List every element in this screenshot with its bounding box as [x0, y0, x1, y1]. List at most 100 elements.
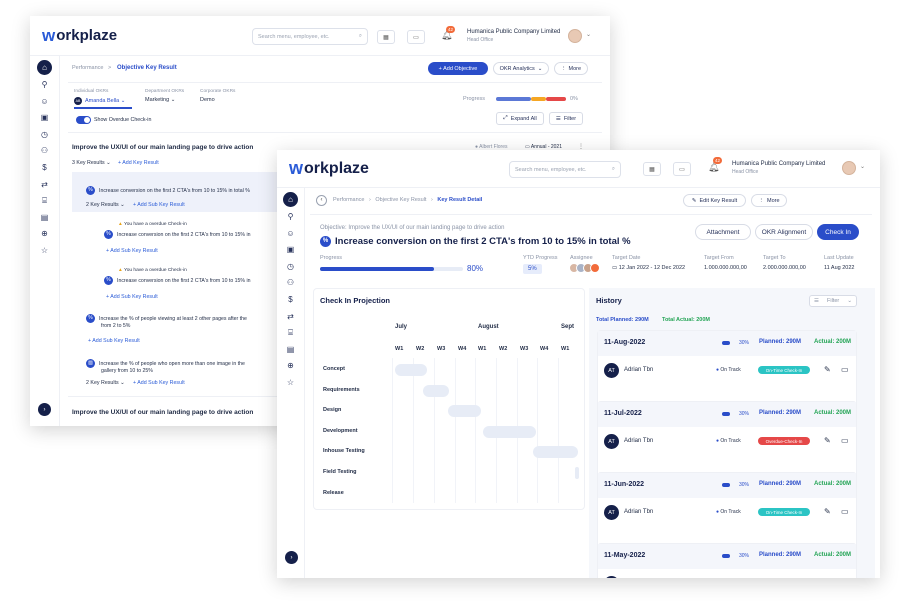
document-icon[interactable]: ▤ [37, 210, 53, 224]
edit-icon[interactable]: ✎ [824, 507, 831, 516]
people-icon[interactable]: ☺ [37, 94, 53, 108]
gantt-task-label: Requirements [323, 386, 360, 393]
ytd-progress-value: 5% [523, 264, 542, 274]
apps-icon[interactable]: ▦ [377, 30, 395, 44]
corporate-okrs-select[interactable]: Demo [200, 97, 215, 103]
company-info: Humanica Public Company Limited Head Offi… [467, 29, 561, 43]
people-icon[interactable]: ☺ [283, 226, 299, 240]
okr-analytics-button[interactable]: OKR Analytics ⌄ [493, 62, 549, 75]
clock-icon[interactable]: ◷ [37, 127, 53, 141]
more-button[interactable]: ⋮ More [751, 194, 787, 207]
gantt-week-label: W1 [478, 346, 487, 352]
add-key-result-link[interactable]: + Add Key Result [118, 160, 159, 166]
sub-key-results-count[interactable]: 2 Key Results ⌄ [86, 202, 125, 208]
chevron-down-icon[interactable]: ⌄ [586, 31, 591, 38]
add-sub-key-result-link[interactable]: + Add Sub Key Result [106, 248, 158, 254]
check-in-button[interactable]: Check In [817, 224, 859, 240]
money-icon[interactable]: $ [283, 293, 299, 307]
gantt-task-bar[interactable] [395, 364, 427, 376]
comment-icon[interactable]: ▭ [841, 436, 849, 445]
expand-all-button[interactable]: ⤢ Expand All [496, 112, 544, 125]
key-result-item[interactable]: ▧ Increase the % of people who open more … [86, 359, 245, 368]
gantt-month-label: August [478, 324, 499, 330]
money-icon[interactable]: $ [37, 161, 53, 175]
add-objective-button[interactable]: + Add Objective [428, 62, 488, 75]
attachment-button[interactable]: Attachment [695, 224, 751, 240]
more-icon[interactable]: ⋮ [578, 143, 584, 150]
expand-sidebar-icon[interactable]: › [285, 551, 298, 564]
history-filter-select[interactable]: ☰ Filter ⌄ [809, 295, 857, 307]
gantt-task-bar[interactable] [483, 425, 536, 438]
add-sub-key-result-link[interactable]: + Add Sub Key Result [133, 380, 185, 386]
search-input[interactable]: Search menu, employee, etc. ⌕ [252, 28, 368, 45]
okr-alignment-button[interactable]: OKR Alignment [755, 224, 813, 240]
clock-icon[interactable]: ◷ [283, 259, 299, 273]
show-overdue-toggle[interactable] [76, 116, 91, 124]
training-icon[interactable]: ⌸ [283, 326, 299, 340]
gantt-grid-line [413, 358, 414, 503]
search-people-icon[interactable]: ⊕ [283, 359, 299, 373]
org-chart-icon[interactable]: ⚲ [37, 78, 53, 92]
edit-icon[interactable]: ✎ [824, 365, 831, 374]
add-sub-key-result-link[interactable]: + Add Sub Key Result [133, 202, 185, 208]
sub-key-result-item[interactable]: % Increase conversion on the first 2 CTA'… [104, 276, 251, 285]
breadcrumb-item[interactable]: Performance [333, 197, 365, 203]
gantt-task-bar[interactable] [423, 384, 449, 397]
history-status: ● On Track [716, 367, 741, 373]
add-sub-key-result-link[interactable]: + Add Sub Key Result [106, 294, 158, 300]
logo[interactable]: w orkplaze [42, 26, 117, 46]
assignee-avatars[interactable] [569, 263, 601, 274]
history-date: 11-Aug-2022 [604, 339, 646, 346]
home-icon[interactable]: ⌂ [37, 60, 52, 75]
search-people-icon[interactable]: ⊕ [37, 227, 53, 241]
chevron-down-icon[interactable]: ⌄ [860, 163, 865, 170]
document-icon[interactable]: ▤ [283, 342, 299, 356]
key-result-item[interactable]: % Increase the % of people viewing at lea… [86, 314, 247, 323]
add-sub-key-result-link[interactable]: + Add Sub Key Result [88, 338, 140, 344]
objective-title[interactable]: Improve the UX/UI of our main landing pa… [72, 144, 253, 151]
assignee-label: Assignee [570, 255, 593, 261]
gantt-task-bar[interactable] [448, 405, 481, 418]
edit-key-result-button[interactable]: ✎ Edit Key Result [683, 194, 746, 207]
calendar-icon[interactable]: ▭ [673, 162, 691, 176]
org-chart-icon[interactable]: ⚲ [283, 210, 299, 224]
gantt-task-bar[interactable] [533, 446, 578, 459]
transfer-icon[interactable]: ⇄ [283, 309, 299, 323]
gantt-task-label: Field Testing [323, 469, 357, 475]
more-button[interactable]: ⋮ More [554, 62, 588, 75]
back-button[interactable]: ‹ [316, 195, 327, 206]
star-icon[interactable]: ☆ [283, 376, 299, 390]
user-avatar[interactable] [568, 29, 582, 43]
home-icon[interactable]: ⌂ [283, 192, 298, 207]
sub-key-result-item[interactable]: % Increase conversion on the first 2 CTA'… [104, 230, 251, 239]
comment-icon[interactable]: ▭ [841, 365, 849, 374]
key-result-item[interactable]: % Increase conversion on the first 2 CTA'… [86, 186, 250, 195]
briefcase-icon[interactable]: ▣ [283, 243, 299, 257]
logo[interactable]: w orkplaze [289, 158, 369, 179]
progress-value: 0% [570, 96, 578, 102]
breadcrumb-item[interactable]: Objective Key Result [375, 197, 426, 203]
expand-sidebar-icon[interactable]: › [38, 403, 51, 416]
filter-button[interactable]: ☰ Filter [549, 112, 583, 125]
objective-title[interactable]: Improve the UX/UI of our main landing pa… [72, 409, 253, 416]
edit-icon[interactable]: ✎ [824, 436, 831, 445]
search-input[interactable]: Search menu, employee, etc. ⌕ [509, 161, 621, 178]
gantt-task-bar[interactable] [575, 467, 579, 479]
apps-icon[interactable]: ▦ [643, 162, 661, 176]
briefcase-icon[interactable]: ▣ [37, 111, 53, 125]
team-icon[interactable]: ⚇ [37, 144, 53, 158]
percent-icon: % [86, 314, 95, 323]
individual-okrs-select[interactable]: AB Amanda Bella ⌄ [74, 97, 125, 105]
calendar-icon[interactable]: ▭ [407, 30, 425, 44]
comment-icon[interactable]: ▭ [841, 507, 849, 516]
breadcrumb-parent[interactable]: Performance [72, 65, 104, 71]
star-icon[interactable]: ☆ [37, 244, 53, 258]
department-okrs-select[interactable]: Marketing ⌄ [145, 97, 175, 103]
team-icon[interactable]: ⚇ [283, 276, 299, 290]
sub-key-results-count[interactable]: 2 Key Results ⌄ [86, 380, 125, 386]
transfer-icon[interactable]: ⇄ [37, 177, 53, 191]
key-results-count[interactable]: 3 Key Results ⌄ [72, 160, 111, 166]
training-icon[interactable]: ⌸ [37, 194, 53, 208]
history-planned: Planned: 290M [759, 552, 802, 558]
user-avatar[interactable] [842, 161, 856, 175]
